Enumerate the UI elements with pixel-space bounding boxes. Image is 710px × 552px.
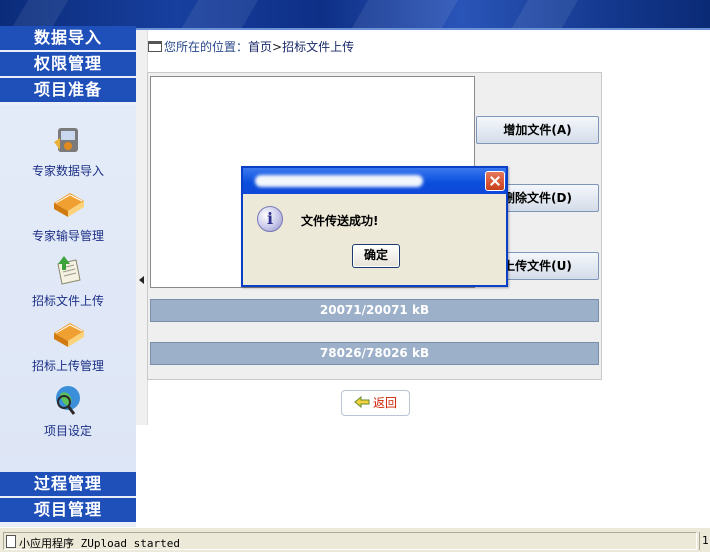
sidebar-item-bid-upload-manage[interactable]: 招标上传管理 <box>0 317 136 377</box>
close-icon[interactable] <box>485 171 505 191</box>
sidebar-panel: 专家数据导入 专家输导管理 招标文件上传 招标上传管理 项目设定 <box>0 105 136 475</box>
breadcrumb-separator: > <box>272 40 283 54</box>
sidebar-item-expert-import[interactable]: 专家数据导入 <box>0 122 136 182</box>
sidebar: 数据导入 权限管理 项目准备 专家数据导入 专家输导管理 招标文件上传 招标上传… <box>0 26 136 527</box>
chevron-left-icon <box>139 276 144 284</box>
add-file-button[interactable]: 增加文件(A) <box>476 116 599 144</box>
document-upload-icon <box>57 256 81 285</box>
app-window: 数据导入 权限管理 项目准备 专家数据导入 专家输导管理 招标文件上传 招标上传… <box>0 0 710 552</box>
sidebar-header-project-manage[interactable]: 项目管理 <box>0 498 136 522</box>
sidebar-item-label: 专家数据导入 <box>31 164 104 178</box>
status-text: 小应用程序 ZUpload started <box>19 537 180 550</box>
sidebar-header-process[interactable]: 过程管理 <box>0 472 136 496</box>
globe-search-icon <box>56 386 80 415</box>
dialog-message: 文件传送成功! <box>301 214 379 228</box>
status-bar: 小应用程序 ZUpload started 1 <box>0 527 710 552</box>
back-button-label: 返回 <box>372 396 397 410</box>
sidebar-item-label: 专家输导管理 <box>31 229 104 243</box>
back-arrow-icon <box>354 396 370 408</box>
books-icon <box>54 193 84 217</box>
sidebar-item-expert-manage[interactable]: 专家输导管理 <box>0 187 136 247</box>
books-icon <box>54 323 84 347</box>
sidebar-item-bid-upload[interactable]: 招标文件上传 <box>0 252 136 312</box>
header-banner <box>0 0 710 28</box>
dialog-titlebar[interactable] <box>243 168 506 194</box>
sidebar-header-data-import[interactable]: 数据导入 <box>0 26 136 50</box>
sidebar-header-permissions[interactable]: 权限管理 <box>0 52 136 76</box>
sidebar-item-label: 招标文件上传 <box>31 294 104 308</box>
media-player-icon <box>54 128 78 152</box>
status-right-cell: 1 <box>699 532 710 550</box>
back-button[interactable]: 返回 <box>341 390 410 416</box>
sidebar-header-project-prep[interactable]: 项目准备 <box>0 78 136 102</box>
breadcrumb-lead: 您所在的位置： <box>164 40 249 54</box>
message-dialog: i 文件传送成功! 确定 <box>241 166 508 287</box>
dialog-title-redacted <box>255 175 423 187</box>
breadcrumb-home-link[interactable]: 首页 <box>248 40 272 54</box>
total-progress-bar: 78026/78026 kB <box>150 342 599 365</box>
sidebar-item-label: 招标上传管理 <box>31 359 104 373</box>
info-icon: i <box>257 206 283 232</box>
window-icon <box>148 41 162 52</box>
sidebar-item-label: 项目设定 <box>43 424 92 438</box>
breadcrumb-current: 招标文件上传 <box>282 40 355 54</box>
page-icon <box>6 535 16 548</box>
sidebar-item-project-settings[interactable]: 项目设定 <box>0 382 136 442</box>
breadcrumb: 您所在的位置：首页>招标文件上传 <box>148 38 354 54</box>
file-progress-bar: 20071/20071 kB <box>150 299 599 322</box>
ok-button[interactable]: 确定 <box>352 244 400 268</box>
